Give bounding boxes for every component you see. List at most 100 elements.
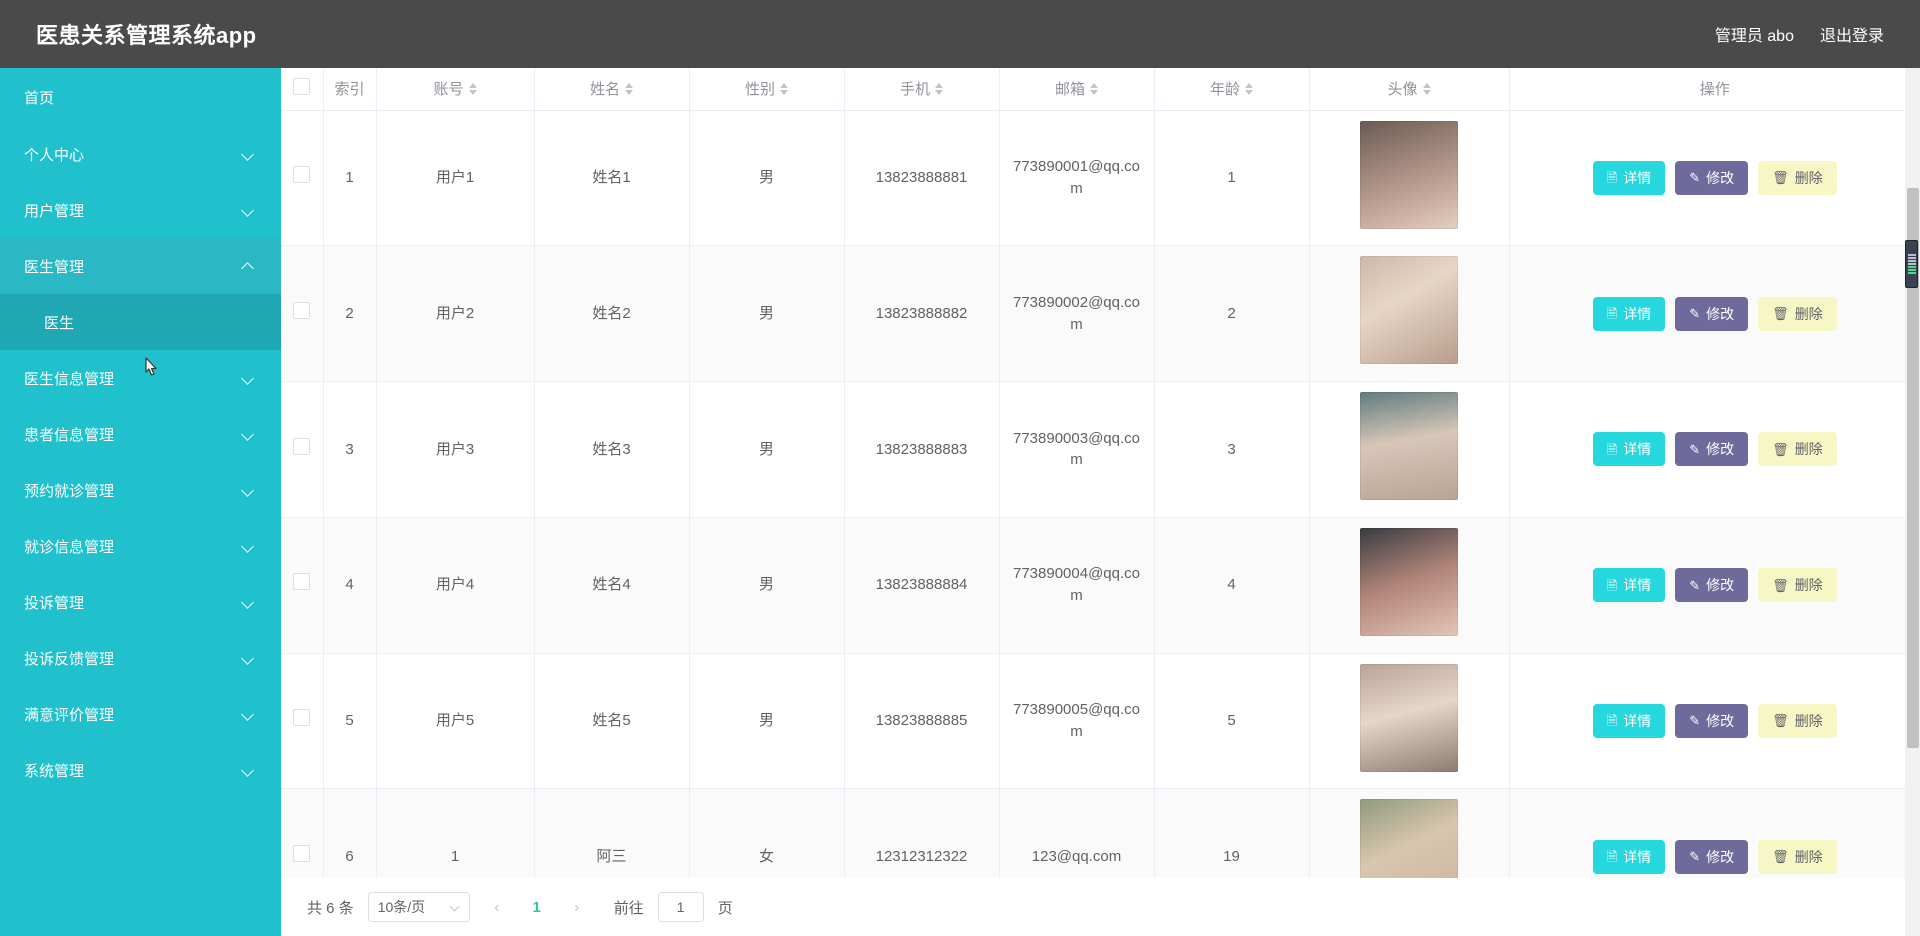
edit-button[interactable]: ✎ 修改 — [1675, 568, 1749, 603]
delete-button[interactable]: 🗑 删除 — [1758, 839, 1837, 874]
sidebar-item-10[interactable]: 投诉反馈管理 — [0, 630, 281, 686]
row-checkbox[interactable] — [293, 709, 311, 726]
column-header-label: 索引 — [334, 81, 365, 99]
column-header-account[interactable]: 账号 — [376, 68, 535, 111]
pencil-icon: ✎ — [1689, 577, 1701, 593]
delete-button[interactable]: 🗑 删除 — [1758, 160, 1837, 195]
sidebar-item-label: 首页 — [24, 89, 55, 107]
page-size-select[interactable]: 10条/页 — [367, 892, 470, 922]
document-icon: 🗎 — [1606, 577, 1618, 593]
sidebar-item-3[interactable]: 医生管理 — [0, 238, 281, 294]
delete-button[interactable]: 🗑 删除 — [1758, 568, 1837, 603]
column-header-name[interactable]: 姓名 — [534, 68, 690, 111]
select-all-checkbox[interactable] — [293, 78, 311, 96]
page-number-1[interactable]: 1 — [524, 893, 550, 921]
detail-button-label: 详情 — [1623, 305, 1652, 322]
edit-button[interactable]: ✎ 修改 — [1675, 432, 1749, 467]
sidebar-item-5[interactable]: 医生信息管理 — [0, 350, 281, 406]
next-page-button[interactable]: › — [564, 893, 590, 921]
column-header-avatar[interactable]: 头像 — [1309, 68, 1510, 111]
cell-account: 用户5 — [376, 653, 535, 790]
sort-caret-icon[interactable] — [1245, 82, 1253, 95]
table-row: 4 用户4 姓名4 男 13823888884 773890004@qq.com 4 🗎 详情 ✎… — [281, 517, 1920, 654]
sort-caret-icon[interactable] — [780, 82, 788, 95]
column-header-label: 邮箱 — [1054, 81, 1085, 99]
delete-button[interactable]: 🗑 删除 — [1758, 432, 1837, 467]
sort-caret-icon[interactable] — [625, 82, 633, 95]
cell-phone: 12312312322 — [844, 788, 1000, 878]
cell-gender: 男 — [689, 517, 845, 654]
sidebar-item-7[interactable]: 预约就诊管理 — [0, 462, 281, 518]
cell-age: 1 — [1154, 110, 1310, 247]
sidebar-item-4[interactable]: 医生 — [0, 294, 281, 350]
sidebar-item-0[interactable]: 首页 — [0, 68, 281, 126]
detail-button[interactable]: 🗎 详情 — [1592, 296, 1666, 331]
detail-button[interactable]: 🗎 详情 — [1592, 839, 1666, 874]
logout-button[interactable]: 退出登录 — [1820, 22, 1884, 46]
detail-button[interactable]: 🗎 详情 — [1592, 568, 1666, 603]
document-icon: 🗎 — [1606, 306, 1618, 322]
cell-index: 2 — [323, 245, 377, 382]
sort-caret-icon[interactable] — [1422, 82, 1431, 95]
cell-account: 1 — [376, 788, 535, 878]
column-header-gender[interactable]: 性别 — [689, 68, 845, 111]
column-header-age[interactable]: 年龄 — [1154, 68, 1310, 111]
prev-page-button[interactable]: ‹ — [484, 893, 510, 921]
edit-button[interactable]: ✎ 修改 — [1675, 703, 1749, 738]
cell-name: 姓名1 — [534, 110, 690, 247]
sort-caret-icon[interactable] — [468, 82, 477, 95]
detail-button[interactable]: 🗎 详情 — [1592, 432, 1666, 467]
document-icon: 🗎 — [1606, 441, 1618, 457]
row-checkbox[interactable] — [293, 166, 311, 183]
row-checkbox[interactable] — [293, 573, 311, 591]
delete-button[interactable]: 🗑 删除 — [1758, 703, 1837, 738]
pagination-bar: 共 6 条 10条/页 ‹ 1 › 前往 页 — [281, 878, 1920, 936]
document-icon: 🗎 — [1606, 713, 1618, 729]
cell-name: 姓名2 — [534, 245, 690, 382]
edit-button[interactable]: ✎ 修改 — [1675, 296, 1749, 331]
chevron-down-icon — [241, 651, 255, 665]
cell-phone: 13823888884 — [844, 517, 1000, 654]
app-root: 医患关系管理系统app 管理员 abo 退出登录 首页 个人中心 用户管理 医生管理医… — [0, 0, 1920, 936]
table-row: 2 用户2 姓名2 男 13823888882 773890002@qq.com 2 🗎 详情 ✎… — [281, 245, 1920, 382]
column-header-label: 姓名 — [589, 81, 620, 99]
sidebar-item-6[interactable]: 患者信息管理 — [0, 406, 281, 462]
cell-index: 4 — [323, 517, 377, 654]
cell-age: 3 — [1154, 381, 1310, 518]
edit-button-label: 修改 — [1706, 169, 1735, 186]
row-select-cell — [281, 653, 324, 790]
column-header-email[interactable]: 邮箱 — [999, 68, 1155, 111]
cell-name: 姓名4 — [534, 517, 690, 654]
edit-button-label: 修改 — [1706, 712, 1735, 729]
sort-caret-icon[interactable] — [1090, 82, 1098, 95]
column-header-index: 索引 — [323, 68, 377, 111]
page-size-value: 10条/页 — [377, 899, 426, 915]
column-header-select — [281, 68, 324, 111]
sidebar-item-9[interactable]: 投诉管理 — [0, 574, 281, 630]
row-checkbox[interactable] — [293, 844, 311, 862]
avatar-photo-3 — [1360, 392, 1458, 500]
delete-button[interactable]: 🗑 删除 — [1758, 296, 1837, 331]
sidebar-item-1[interactable]: 个人中心 — [0, 126, 281, 182]
edit-button[interactable]: ✎ 修改 — [1675, 160, 1749, 195]
cell-age: 19 — [1154, 788, 1310, 878]
cell-index: 3 — [323, 381, 377, 518]
cell-gender: 男 — [689, 653, 845, 790]
sort-caret-icon[interactable] — [935, 82, 943, 95]
detail-button[interactable]: 🗎 详情 — [1592, 703, 1666, 738]
vertical-scrollbar-track[interactable] — [1905, 68, 1920, 936]
sidebar-item-11[interactable]: 满意评价管理 — [0, 686, 281, 742]
sidebar-item-8[interactable]: 就诊信息管理 — [0, 518, 281, 574]
jump-page-input[interactable] — [657, 892, 704, 922]
row-checkbox[interactable] — [293, 301, 311, 319]
cell-phone: 13823888882 — [844, 245, 1000, 382]
sidebar-nav: 首页个人中心 用户管理 医生管理 医生 医生信息管理 患者信息管理 预约就诊管理 就诊信息管理… — [0, 68, 281, 936]
detail-button[interactable]: 🗎 详情 — [1592, 160, 1666, 195]
column-header-phone[interactable]: 手机 — [844, 68, 1000, 111]
row-checkbox[interactable] — [293, 437, 311, 455]
trash-icon: 🗑 — [1772, 713, 1789, 729]
row-actions: 🗎 详情 ✎ 修改 🗑 删除 — [1518, 839, 1913, 874]
sidebar-item-12[interactable]: 系统管理 — [0, 742, 281, 798]
edit-button[interactable]: ✎ 修改 — [1675, 839, 1749, 874]
sidebar-item-2[interactable]: 用户管理 — [0, 182, 281, 238]
